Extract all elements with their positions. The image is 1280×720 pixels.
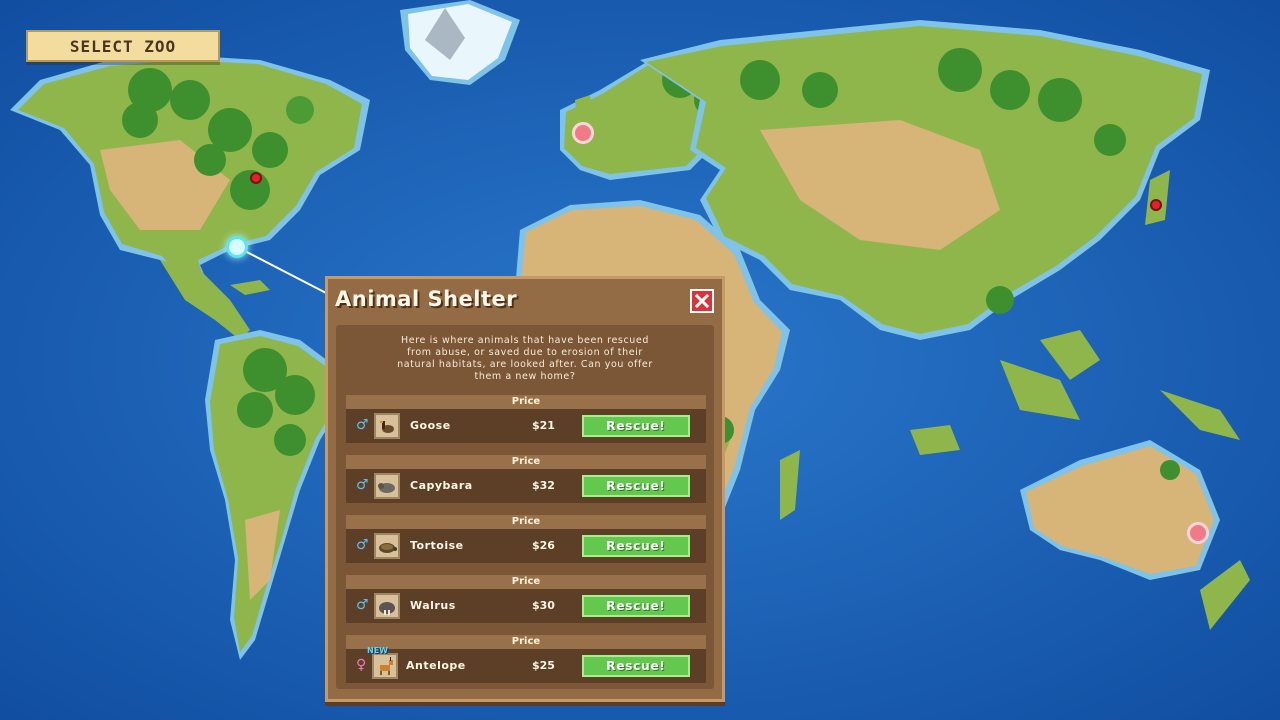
animal-price: $21 <box>532 419 555 432</box>
animal-row: ♂ Walrus $30 Rescue! <box>346 589 706 623</box>
dialog-title: Animal Shelter <box>335 287 518 311</box>
antelope-icon <box>372 653 398 679</box>
close-icon <box>695 294 709 308</box>
goose-icon <box>374 413 400 439</box>
animal-entry: Price ♂ Goose $21 Rescue! <box>346 395 706 445</box>
animal-name: Capybara <box>410 479 473 492</box>
zoo-marker-japan[interactable] <box>1150 199 1162 211</box>
price-header: Price <box>346 455 706 469</box>
male-icon: ♂ <box>356 597 369 613</box>
animal-price: $30 <box>532 599 555 612</box>
male-icon: ♂ <box>356 477 369 493</box>
rescue-button[interactable]: Rescue! <box>582 415 690 437</box>
rescue-button[interactable]: Rescue! <box>582 655 690 677</box>
zoo-marker-europe[interactable] <box>572 122 594 144</box>
zoo-marker-australia[interactable] <box>1187 522 1209 544</box>
shelter-description: Here is where animals that have been res… <box>397 335 653 382</box>
male-icon: ♂ <box>356 537 369 553</box>
animal-entry: Price ♂ Capybara $32 Rescue! <box>346 455 706 505</box>
rescue-button[interactable]: Rescue! <box>582 535 690 557</box>
animal-price: $26 <box>532 539 555 552</box>
rescue-button[interactable]: Rescue! <box>582 595 690 617</box>
price-header: Price <box>346 395 706 409</box>
zoo-marker-north-america[interactable] <box>250 172 262 184</box>
price-header: Price <box>346 515 706 529</box>
capybara-icon <box>374 473 400 499</box>
animal-row: ♀ NEW Antelope $25 Rescue! <box>346 646 706 683</box>
select-zoo-button[interactable]: SELECT ZOO <box>26 30 220 62</box>
animal-entry: Price ♂ Tortoise $26 Rescue! <box>346 515 706 565</box>
animal-row: ♂ Capybara $32 Rescue! <box>346 469 706 503</box>
male-icon: ♂ <box>356 417 369 433</box>
zoo-marker-selected[interactable] <box>226 236 248 258</box>
tortoise-icon <box>374 533 400 559</box>
animal-shelter-dialog: Animal Shelter Here is where animals tha… <box>325 276 725 702</box>
animal-entry: Price ♀ NEW Antelope $25 Rescue! <box>346 635 706 685</box>
animal-price: $32 <box>532 479 555 492</box>
animal-row: ♂ Tortoise $26 Rescue! <box>346 529 706 563</box>
animal-entry: Price ♂ Walrus $30 Rescue! <box>346 575 706 625</box>
female-icon: ♀ <box>356 657 367 673</box>
rescue-button[interactable]: Rescue! <box>582 475 690 497</box>
animal-name: Goose <box>410 419 451 432</box>
animal-row: ♂ Goose $21 Rescue! <box>346 409 706 443</box>
close-button[interactable] <box>690 289 714 313</box>
walrus-icon <box>374 593 400 619</box>
animal-name: Tortoise <box>410 539 464 552</box>
animal-name: Antelope <box>406 659 466 672</box>
new-badge: NEW <box>367 646 388 655</box>
animal-price: $25 <box>532 659 555 672</box>
price-header: Price <box>346 635 706 649</box>
shelter-panel: Here is where animals that have been res… <box>336 325 714 689</box>
price-header: Price <box>346 575 706 589</box>
animal-name: Walrus <box>410 599 456 612</box>
